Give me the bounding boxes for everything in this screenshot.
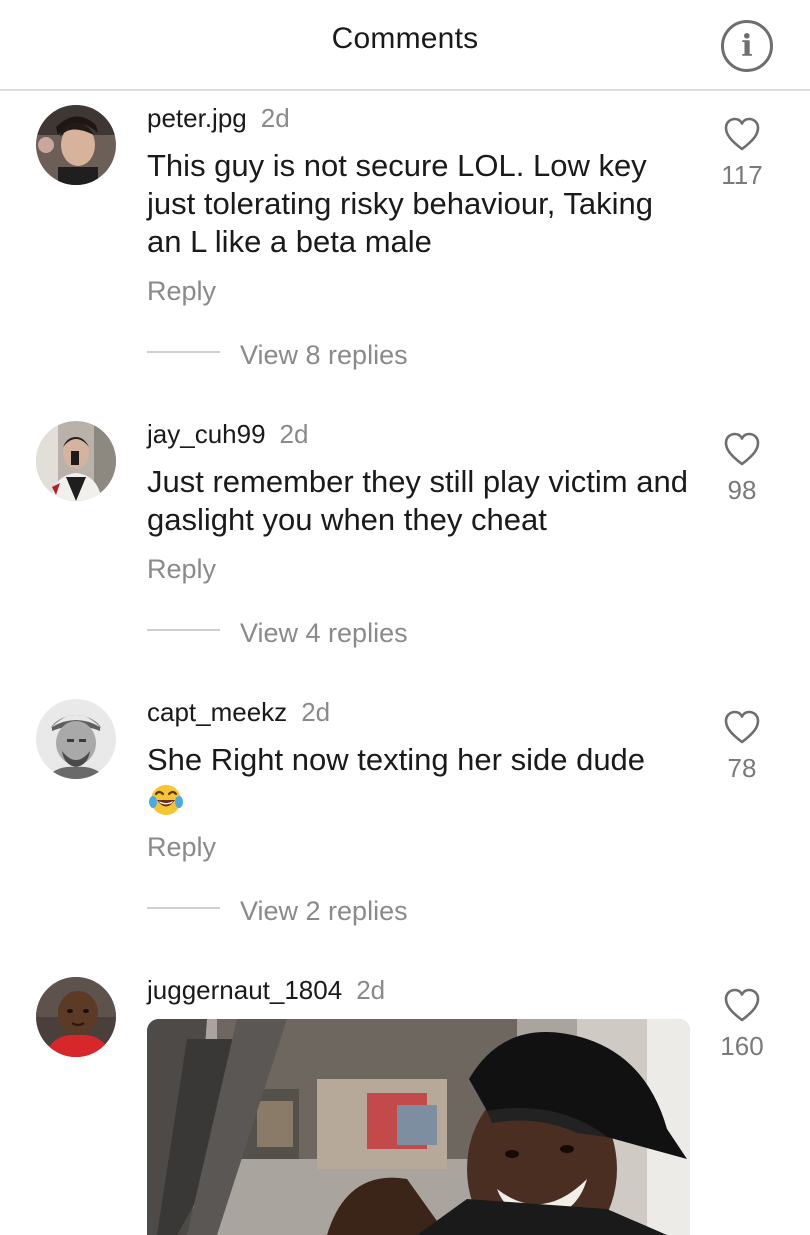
- timestamp: 2d: [356, 975, 386, 1005]
- timestamp: 2d: [279, 419, 309, 449]
- like-count: 160: [720, 1031, 764, 1061]
- avatar[interactable]: [36, 699, 116, 779]
- reply-button[interactable]: Reply: [147, 830, 216, 864]
- heart-icon: [724, 432, 760, 466]
- username[interactable]: capt_meekz: [147, 697, 287, 727]
- replies-divider: [147, 351, 220, 353]
- info-icon[interactable]: i: [721, 20, 773, 72]
- heart-icon: [724, 988, 760, 1022]
- avatar[interactable]: [36, 977, 116, 1057]
- laughing-emoji-icon: [149, 785, 183, 815]
- heart-icon: [724, 117, 760, 151]
- replies-divider: [147, 629, 220, 631]
- comment-meta: jay_cuh99 2d: [147, 417, 308, 451]
- view-replies-button[interactable]: View 2 replies: [240, 894, 408, 928]
- timestamp: 2d: [260, 103, 290, 133]
- reply-button[interactable]: Reply: [147, 552, 216, 586]
- gif-attachment[interactable]: [147, 1019, 690, 1235]
- timestamp: 2d: [301, 697, 331, 727]
- comment-meta: capt_meekz 2d: [147, 695, 330, 729]
- avatar[interactable]: [36, 105, 116, 185]
- like-count: 98: [727, 475, 757, 505]
- comment-text: Just remember they still play victim and…: [147, 464, 688, 537]
- username[interactable]: juggernaut_1804: [147, 975, 342, 1005]
- info-glyph: i: [741, 29, 753, 64]
- page-title: Comments: [331, 22, 479, 55]
- comment-text: This guy is not secure LOL. Low key just…: [147, 148, 654, 259]
- like-count: 117: [721, 160, 763, 190]
- comment-meta: juggernaut_1804 2d: [147, 973, 385, 1007]
- username[interactable]: jay_cuh99: [147, 419, 266, 449]
- comment-meta: peter.jpg 2d: [147, 101, 290, 135]
- heart-icon: [724, 710, 760, 744]
- like-button[interactable]: 160: [712, 987, 772, 1061]
- username[interactable]: peter.jpg: [147, 103, 247, 133]
- reply-button[interactable]: Reply: [147, 274, 216, 308]
- like-button[interactable]: 98: [712, 431, 772, 505]
- replies-divider: [147, 907, 220, 909]
- like-count: 78: [727, 753, 757, 783]
- like-button[interactable]: 78: [712, 709, 772, 783]
- view-replies-button[interactable]: View 4 replies: [240, 616, 408, 650]
- view-replies-button[interactable]: View 8 replies: [240, 338, 408, 372]
- avatar[interactable]: [36, 421, 116, 501]
- like-button[interactable]: 117: [712, 116, 772, 190]
- comment-text: She Right now texting her side dude: [147, 742, 646, 777]
- comments-header: Comments i: [0, 0, 810, 91]
